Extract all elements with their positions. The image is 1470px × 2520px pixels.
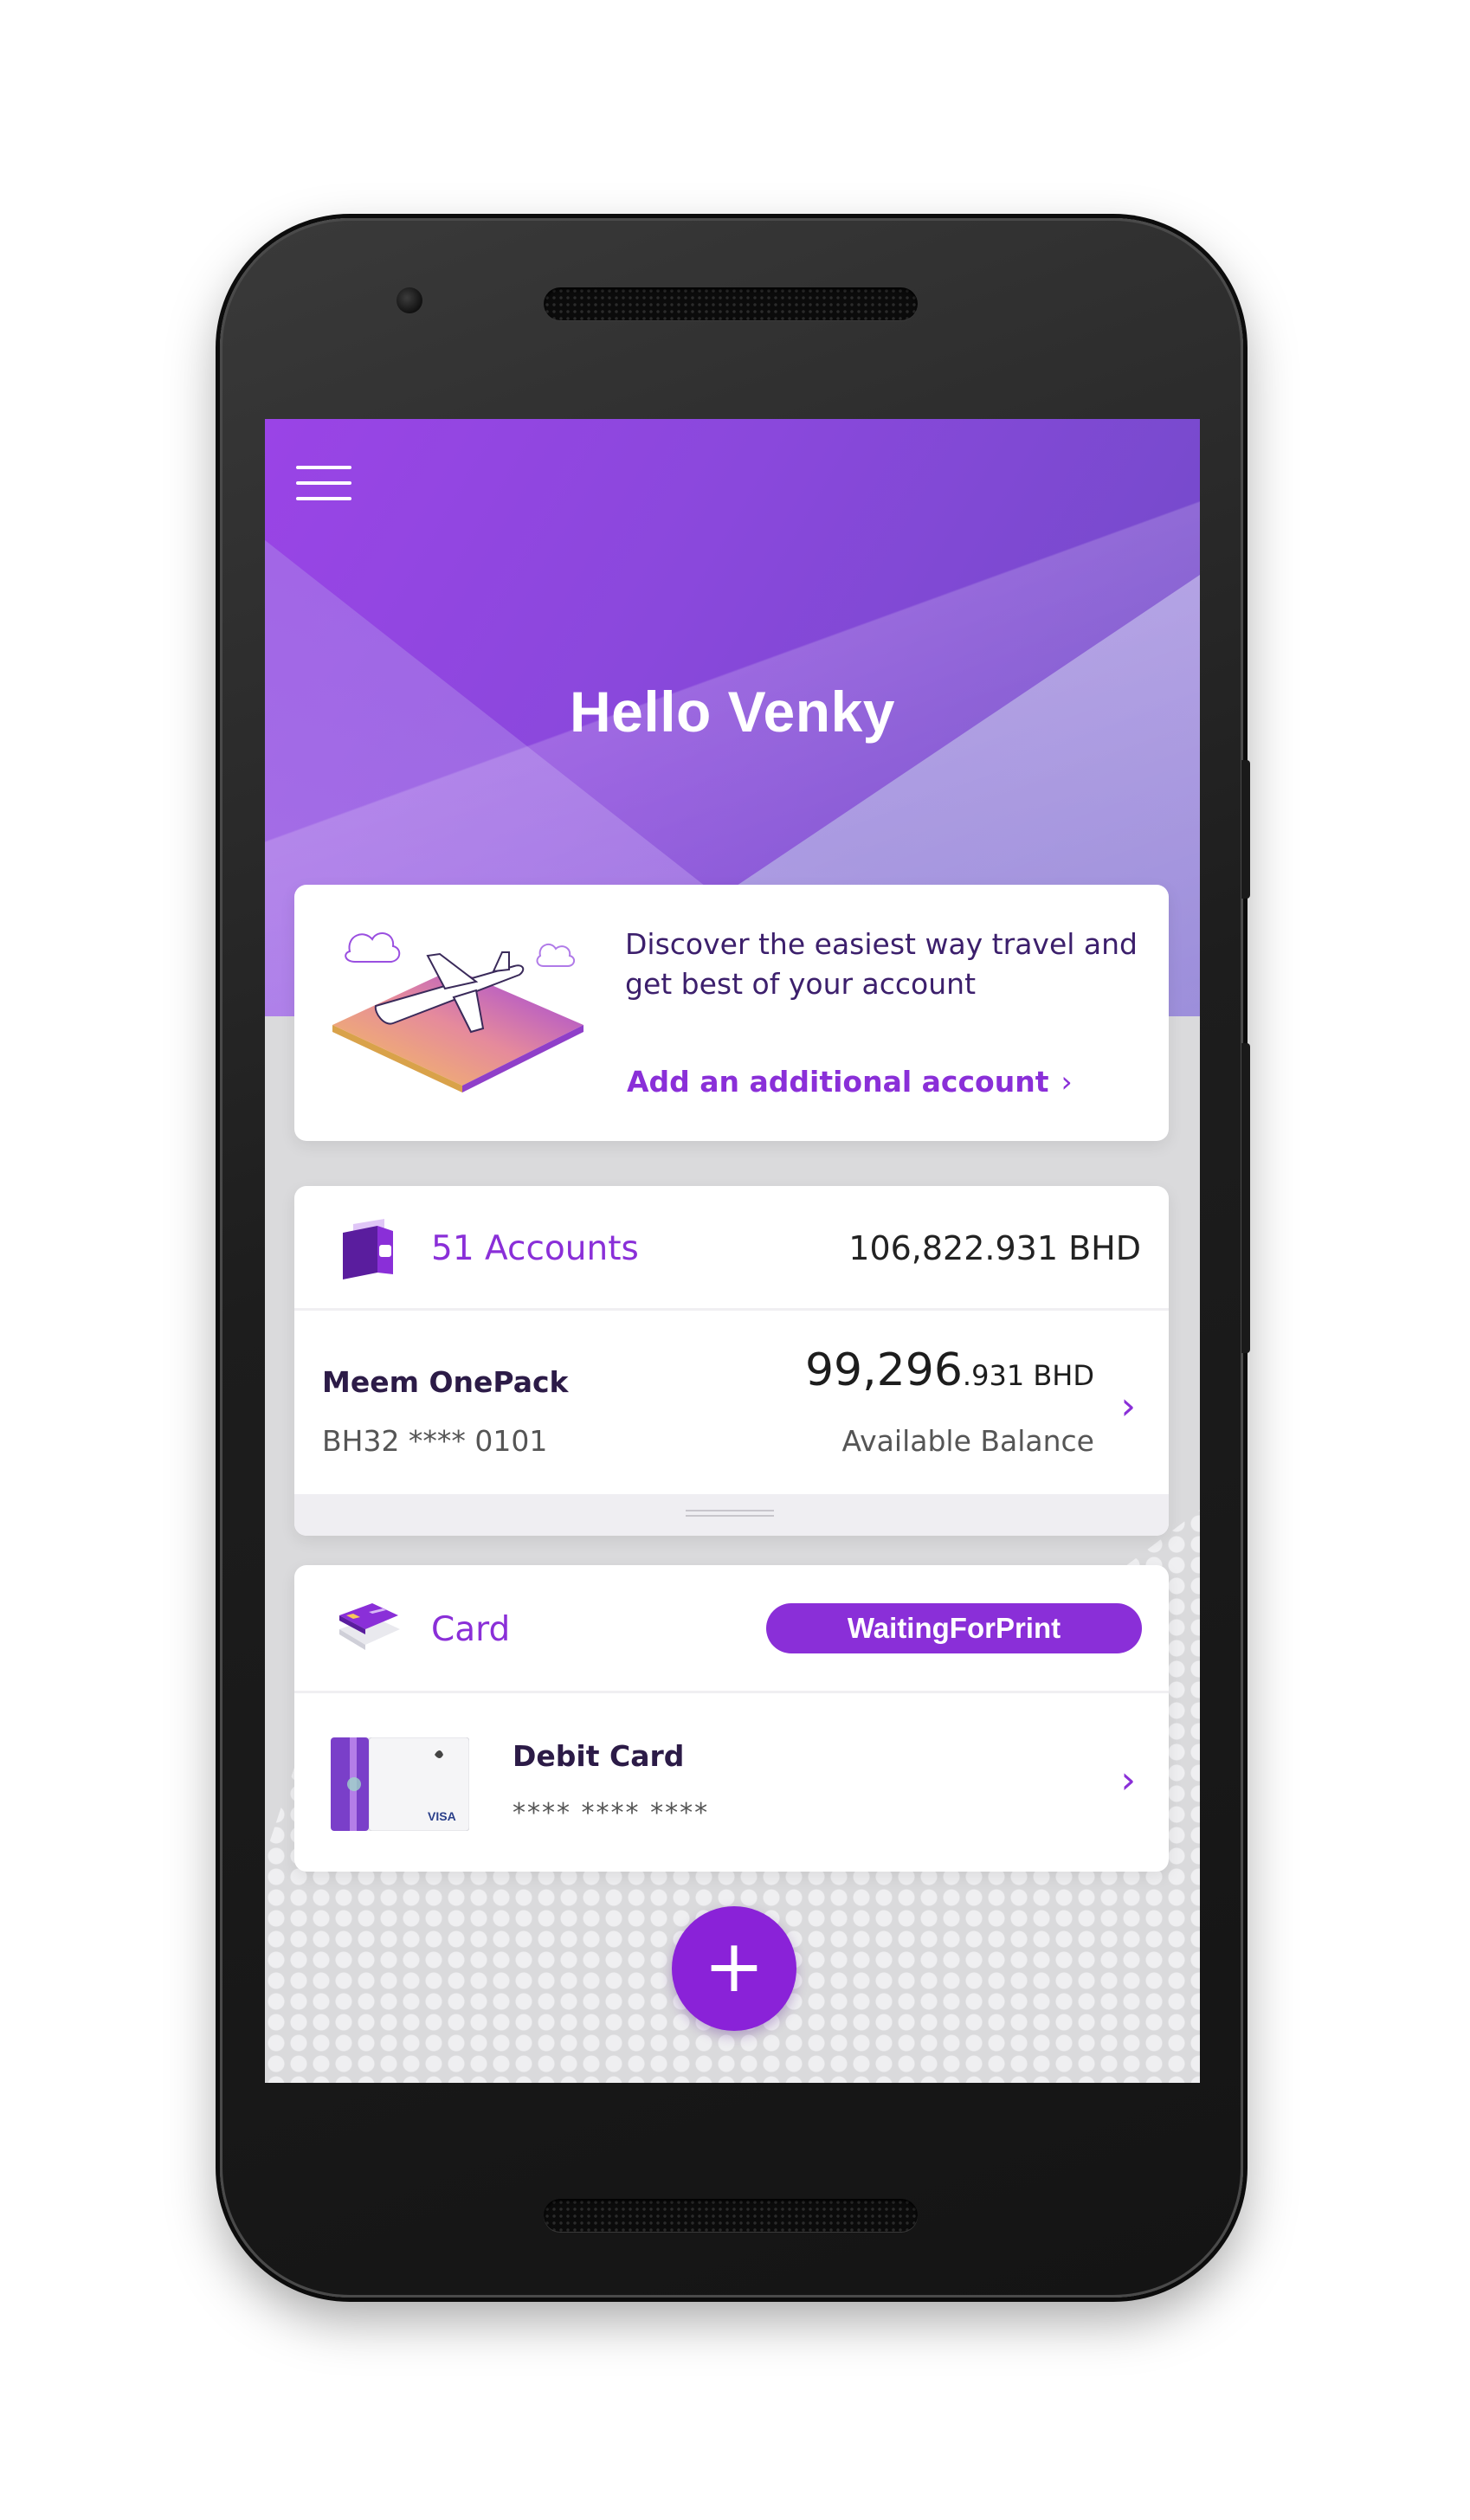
card-header: Card WaitingForPrint	[294, 1565, 1169, 1693]
power-button	[1241, 760, 1250, 899]
earpiece-speaker	[544, 287, 918, 320]
account-row[interactable]: Meem OnePack BH32 **** 0101 99,296.931 B…	[294, 1313, 1169, 1492]
accounts-total: 106,822.931 BHD	[848, 1229, 1141, 1267]
plus-icon: +	[703, 1924, 765, 2008]
card-section: Card WaitingForPrint VISA Debit Card ***…	[294, 1565, 1169, 1872]
add-button[interactable]: +	[672, 1906, 796, 2031]
bottom-speaker	[544, 2199, 918, 2232]
add-account-link[interactable]: Add an additional account ›	[627, 1065, 1073, 1099]
app-screen: Hello Venky Discover the easiest way tra…	[265, 419, 1200, 2083]
drag-handle[interactable]	[686, 1510, 774, 1517]
balance-major: 99,296	[804, 1344, 963, 1396]
account-iban: BH32 **** 0101	[322, 1424, 548, 1458]
accounts-count: 51 Accounts	[431, 1229, 639, 1268]
accounts-card: 51 Accounts 106,822.931 BHD Meem OnePack…	[294, 1186, 1169, 1536]
account-balance: 99,296.931 BHD	[805, 1344, 1094, 1396]
menu-icon[interactable]	[296, 462, 351, 506]
promo-card: Discover the easiest way travel and get …	[294, 885, 1169, 1141]
chevron-right-icon: ›	[1120, 1384, 1136, 1428]
debit-card-number: **** **** ****	[513, 1798, 710, 1828]
credit-card-icon	[339, 1603, 400, 1650]
debit-card-thumbnail: VISA	[331, 1737, 469, 1831]
status-badge: WaitingForPrint	[766, 1603, 1142, 1653]
greeting-title: Hello Venky	[569, 680, 895, 744]
chevron-right-icon: ›	[1120, 1758, 1136, 1802]
front-camera	[397, 287, 422, 313]
airplane-illustration	[332, 932, 583, 1092]
debit-card-row[interactable]: VISA Debit Card **** **** **** ›	[294, 1696, 1169, 1872]
debit-card-name: Debit Card	[513, 1739, 685, 1773]
svg-text:VISA: VISA	[428, 1809, 456, 1823]
add-account-label: Add an additional account	[627, 1065, 1049, 1099]
account-name: Meem OnePack	[322, 1365, 569, 1399]
card-section-title: Card	[431, 1610, 511, 1649]
volume-button	[1241, 1043, 1250, 1353]
wallet-icon	[343, 1219, 393, 1279]
accounts-header: 51 Accounts 106,822.931 BHD	[294, 1186, 1169, 1311]
available-balance-label: Available Balance	[841, 1424, 1094, 1458]
promo-text: Discover the easiest way travel and get …	[625, 927, 1138, 1001]
chevron-right-icon: ›	[1061, 1065, 1073, 1099]
accounts-footer	[294, 1494, 1169, 1536]
balance-minor: .931 BHD	[962, 1359, 1094, 1392]
